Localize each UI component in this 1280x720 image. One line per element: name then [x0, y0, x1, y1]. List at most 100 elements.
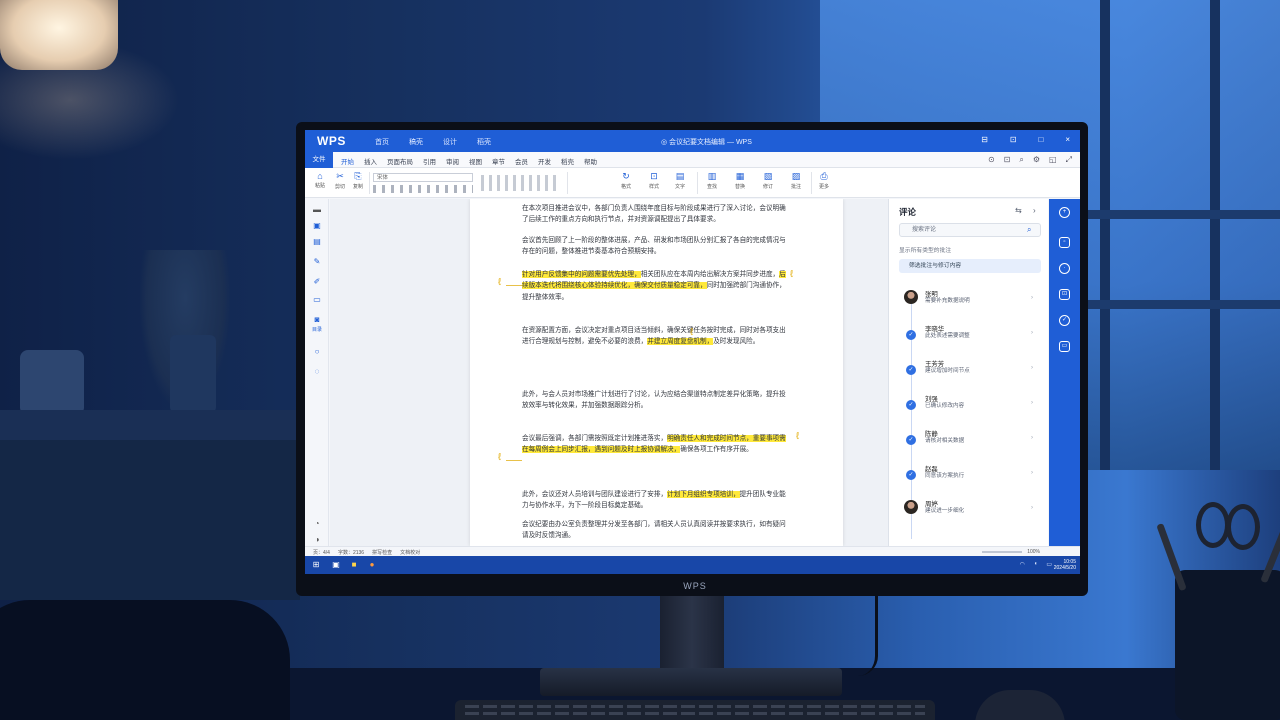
track-changes-button[interactable]: ▧ 修订 [757, 171, 779, 195]
chevron-right-icon[interactable]: › [1031, 505, 1033, 511]
close-button[interactable]: × [1065, 135, 1070, 144]
text-format-buttons[interactable] [373, 185, 473, 193]
top-menu-item[interactable]: 首页 [375, 137, 389, 147]
format-painter-button[interactable]: ↻ 格式 [615, 171, 637, 195]
word-count[interactable]: 字数：2136 [338, 549, 364, 556]
styles-button[interactable]: ⊡ 样式 [643, 171, 665, 195]
find-button[interactable]: ▥ 查找 [701, 171, 723, 195]
outline-icon[interactable]: ◙ [312, 315, 322, 324]
ribbon-tab[interactable]: 会员 [515, 156, 528, 166]
ribbon-tab[interactable]: 审阅 [446, 156, 459, 166]
share-icon[interactable]: ⊟ [981, 135, 988, 144]
taskbar-clock[interactable]: 10:05 2024/5/20 [1054, 559, 1076, 571]
search-icon[interactable]: ⌕ [1019, 155, 1023, 165]
comment-item[interactable]: ✓ 陈静 请核对相关数据 › [903, 427, 1037, 461]
ribbon-tab[interactable]: 页面布局 [387, 156, 413, 166]
monitor-brand-label: WPS [683, 581, 707, 591]
ribbon-tabs: 文件 开始 插入 页面布局 引用 审阅 视图 章节 会员 开发 稻壳 帮助 ⊙ ⊡ ⌕ ⚙ ◱ ⤢ [305, 152, 1080, 168]
search-icon[interactable]: ⌕ [1027, 225, 1044, 235]
annotation-mark-icon[interactable]: ℓ [498, 452, 501, 463]
comments-search-input[interactable]: 搜索评论 [899, 223, 1041, 237]
copy-button[interactable]: ⎘ 复制 [347, 171, 369, 195]
collapse-icon[interactable]: ▬ [312, 205, 322, 214]
file-explorer-icon[interactable]: ▣ [331, 560, 341, 570]
copy-icon: ⎘ [354, 171, 362, 181]
comment-item[interactable]: ✓ 刘强 已确认修改内容 › [903, 392, 1037, 426]
expand-icon[interactable]: ⤢ [1066, 155, 1072, 165]
chevron-right-icon[interactable]: › [1031, 295, 1033, 301]
top-menu-item[interactable]: 稻壳 [477, 137, 491, 147]
add-icon[interactable]: + [1059, 207, 1070, 218]
text-button[interactable]: ▤ 文字 [669, 171, 691, 195]
zoom-level[interactable]: 100% [1027, 549, 1040, 555]
wifi-icon[interactable]: ◠ [1019, 561, 1024, 568]
document-icon[interactable]: ▤ [312, 237, 322, 246]
chevron-right-icon[interactable]: › [1031, 365, 1033, 371]
minimize-button[interactable]: ⊡ [1010, 135, 1017, 144]
ribbon-tab[interactable]: 引用 [423, 156, 436, 166]
top-menu-item[interactable]: 设计 [443, 137, 457, 147]
navigation-icon[interactable]: ○ [312, 347, 322, 356]
chevron-right-icon[interactable]: › [1031, 435, 1033, 441]
layout-icon[interactable]: ▭ [312, 295, 322, 304]
clock-icon[interactable]: ◌ [312, 367, 322, 376]
filter-icon[interactable]: ⇆ [1015, 206, 1022, 215]
check-icon[interactable]: ✓ [1059, 315, 1070, 326]
tools-icon[interactable]: ✎ [312, 257, 322, 266]
chevron-right-icon[interactable]: › [1031, 400, 1033, 406]
folder-icon[interactable]: ■ [349, 560, 359, 570]
chevron-right-icon[interactable]: › [1031, 330, 1033, 336]
comment-item[interactable]: ✓ 李晓华 此处表述需要调整 › [903, 322, 1037, 356]
chevron-right-icon[interactable]: › [1031, 470, 1033, 476]
annotation-mark-icon[interactable]: ℓ [790, 269, 793, 280]
battery-icon[interactable]: ▭ [1046, 561, 1052, 568]
chat-icon[interactable]: · [1059, 263, 1070, 274]
comment-item[interactable]: ✓ 赵磊 同意该方案执行 › [903, 462, 1037, 496]
comments-filter-label[interactable]: 显示所有类型的批注 [899, 245, 951, 254]
share-panel-icon[interactable]: ⊡ [1059, 289, 1070, 300]
ribbon-tab[interactable]: 开始 [341, 156, 354, 166]
more-label: 更多 [818, 184, 829, 190]
comment-item[interactable]: ✓ 王芳芳 建议增加时间节点 › [903, 357, 1037, 391]
window-icon[interactable]: ⊡ [1004, 155, 1011, 165]
settings-icon[interactable]: ◔ [312, 519, 322, 528]
ribbon-tab[interactable]: 稻壳 [561, 156, 574, 166]
annotation-mark-icon[interactable]: ℓ [690, 327, 693, 338]
paragraph-format-buttons[interactable] [481, 175, 561, 191]
ribbon-tab[interactable]: 视图 [469, 156, 482, 166]
comment-item[interactable]: 张明 需要补充数据说明 › [903, 287, 1037, 321]
browser-icon[interactable]: ● [367, 560, 377, 570]
annotation-mark-icon[interactable]: ℓ [498, 277, 501, 288]
annotation-mark-icon[interactable]: ℓ [796, 431, 799, 442]
file-tab[interactable]: 文件 [305, 152, 333, 168]
comments-filter-chip[interactable]: 筛选批注与修订内容 [899, 259, 1041, 273]
comment-item[interactable]: 周婷 建议进一步细化 › [903, 497, 1037, 531]
home-icon[interactable]: ▣ [312, 221, 322, 230]
spell-check[interactable]: 拼写检查 [372, 549, 392, 556]
help-icon[interactable]: ◑ [312, 535, 322, 544]
chevron-right-icon[interactable]: › [1033, 206, 1036, 215]
maximize-button[interactable]: □ [1038, 135, 1043, 144]
replace-label: 替换 [734, 184, 745, 190]
ribbon-tab[interactable]: 插入 [364, 156, 377, 166]
more-button[interactable]: ⎙ 更多 [813, 171, 835, 195]
ribbon-tab[interactable]: 开发 [538, 156, 551, 166]
paste-button[interactable]: ⌂ 粘贴 [309, 171, 331, 195]
ribbon-tab[interactable]: 帮助 [584, 156, 597, 166]
document-page[interactable]: 在本次项目推进会议中，各部门负责人围绕年度目标与阶段成果进行了深入讨论，会议明确… [470, 199, 843, 546]
comment-button[interactable]: ▨ 批注 [785, 171, 807, 195]
print-icon[interactable]: ▭ [1059, 341, 1070, 352]
layout-icon[interactable]: ◱ [1049, 155, 1057, 165]
settings-icon[interactable]: ⚙ [1033, 155, 1040, 165]
volume-icon[interactable]: ◖ [1034, 561, 1038, 568]
top-menu-item[interactable]: 稿壳 [409, 137, 423, 147]
help-icon[interactable]: ⊙ [988, 155, 995, 165]
start-icon[interactable]: ⊞ [311, 560, 321, 570]
font-name-select[interactable]: 宋体 [373, 173, 473, 182]
replace-button[interactable]: ▦ 替换 [729, 171, 751, 195]
edit-icon[interactable]: ✐ [312, 277, 322, 286]
ribbon-tab[interactable]: 章节 [492, 156, 505, 166]
proofread-mode[interactable]: 文档校对 [400, 549, 420, 556]
zoom-slider[interactable] [982, 551, 1022, 553]
image-icon[interactable]: ▫ [1059, 237, 1070, 248]
